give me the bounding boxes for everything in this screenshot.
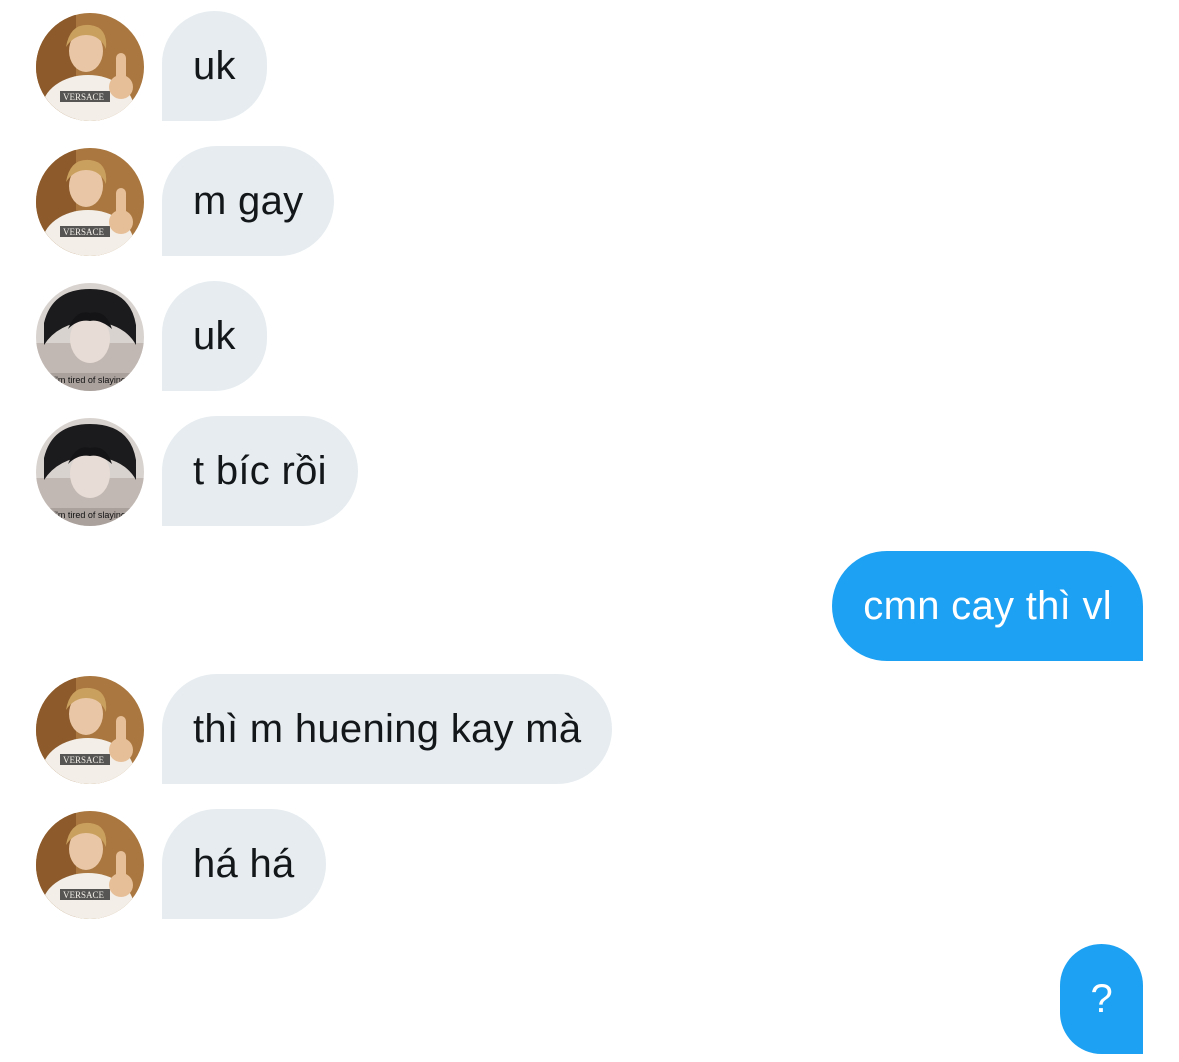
received-message-bubble[interactable]: uk: [162, 11, 267, 121]
received-message-bubble[interactable]: thì m huening kay mà: [162, 674, 613, 784]
received-message-bubble[interactable]: m gay: [162, 146, 335, 256]
received-message-bubble[interactable]: t bíc rồi: [162, 416, 358, 526]
message-row: cmn cay thì vl: [0, 551, 1179, 661]
avatar-blonde[interactable]: VERSACE: [36, 811, 144, 919]
avatar-dark[interactable]: i'm tired of slaying: [36, 283, 144, 391]
avatar-blonde[interactable]: VERSACE: [36, 13, 144, 121]
avatar-dark[interactable]: i'm tired of slaying: [36, 418, 144, 526]
avatar-shirt-text: VERSACE: [63, 92, 105, 102]
message-row: VERSACE há há: [0, 809, 1179, 919]
message-row: ?: [0, 944, 1179, 1054]
avatar-blonde[interactable]: VERSACE: [36, 148, 144, 256]
message-row: VERSACE uk: [0, 11, 1179, 121]
sent-message-bubble[interactable]: cmn cay thì vl: [832, 551, 1143, 661]
received-message-bubble[interactable]: há há: [162, 809, 326, 919]
sent-message-bubble[interactable]: ?: [1060, 944, 1143, 1054]
avatar-shirt-text: VERSACE: [63, 227, 105, 237]
message-row: VERSACE thì m huening kay mà: [0, 674, 1179, 784]
avatar-shirt-text: VERSACE: [63, 890, 105, 900]
avatar-blonde[interactable]: VERSACE: [36, 676, 144, 784]
received-message-bubble[interactable]: uk: [162, 281, 267, 391]
avatar-shirt-text: VERSACE: [63, 755, 105, 765]
message-row: i'm tired of slaying t bíc rồi: [0, 416, 1179, 526]
message-row: VERSACE m gay: [0, 146, 1179, 256]
message-row: i'm tired of slaying uk: [0, 281, 1179, 391]
avatar-caption: i'm tired of slaying: [54, 510, 126, 520]
avatar-caption: i'm tired of slaying: [54, 375, 126, 385]
